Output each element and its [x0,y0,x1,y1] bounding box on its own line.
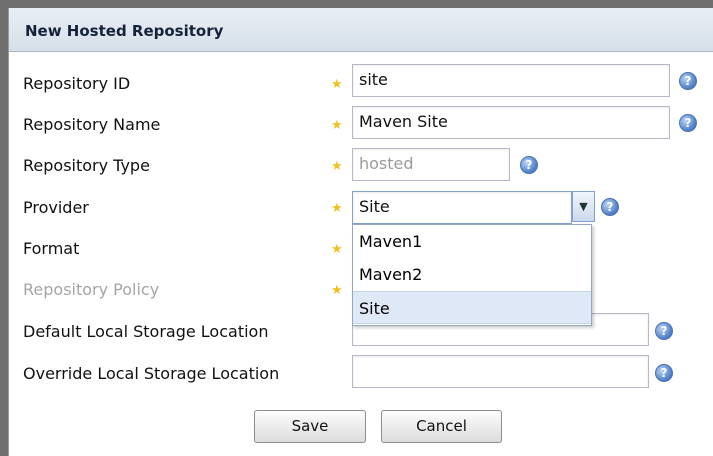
provider-option[interactable]: Maven2 [353,258,591,291]
required-star-icon: ★ [331,118,343,133]
required-star-icon: ★ [331,77,343,92]
help-icon[interactable]: ? [601,198,619,216]
provider-option-selected[interactable]: Site [353,291,591,324]
help-icon[interactable]: ? [655,322,673,340]
format-label: Format [23,239,80,258]
repository-policy-label: Repository Policy [23,280,160,299]
panel-header: New Hosted Repository [9,8,713,52]
repository-type-field: hosted [352,148,510,181]
repository-name-input[interactable]: Maven Site [352,106,670,139]
repository-name-label: Repository Name [23,115,161,134]
required-star-icon: ★ [331,242,343,257]
required-star-icon: ★ [331,159,343,174]
repository-id-label: Repository ID [23,74,131,93]
help-icon[interactable]: ? [520,156,538,174]
chevron-down-icon[interactable]: ▼ [572,191,595,222]
repository-type-label: Repository Type [23,156,150,175]
required-star-icon: ★ [331,201,343,216]
required-star-icon: ★ [331,283,343,298]
help-icon[interactable]: ? [655,364,673,382]
save-button[interactable]: Save [254,410,366,443]
provider-option[interactable]: Maven1 [353,225,591,258]
provider-label: Provider [23,198,89,217]
default-local-storage-label: Default Local Storage Location [23,322,269,341]
help-icon[interactable]: ? [679,72,697,90]
provider-dropdown-list: Maven1 Maven2 Site [352,224,592,326]
new-hosted-repository-panel: New Hosted Repository Repository ID ★ si… [8,8,713,456]
help-icon[interactable]: ? [679,114,697,132]
override-local-storage-label: Override Local Storage Location [23,364,280,383]
cancel-button[interactable]: Cancel [381,410,502,443]
provider-select[interactable]: Site [352,191,572,224]
panel-title: New Hosted Repository [25,22,224,40]
override-local-storage-input[interactable] [352,355,649,388]
repository-id-input[interactable]: site [352,64,670,97]
